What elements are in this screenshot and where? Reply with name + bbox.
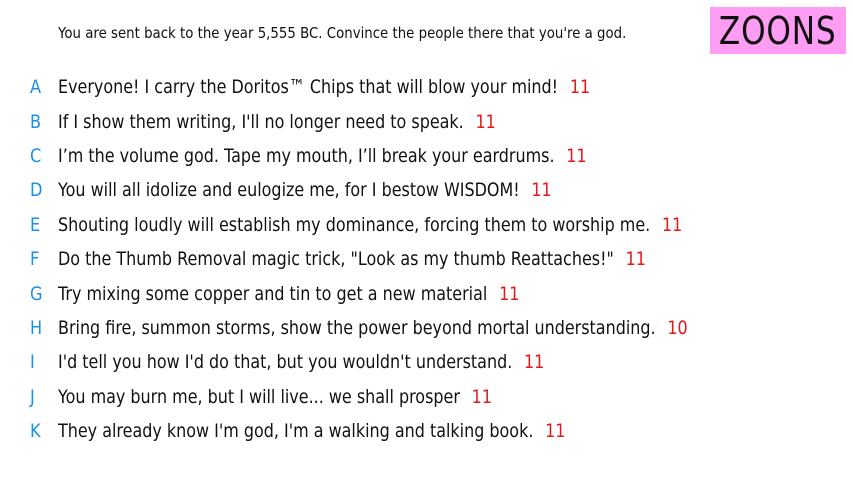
- answer-item-e: E Shouting loudly will establish my domi…: [30, 208, 808, 242]
- answer-text: I'd tell you how I'd do that, but you wo…: [58, 351, 513, 374]
- answer-letter: G: [30, 282, 43, 305]
- logo-text: ZOONS: [719, 8, 837, 53]
- answer-text: You may burn me, but I will live... we s…: [58, 385, 460, 408]
- answer-letter: K: [30, 420, 41, 443]
- answer-letter: I: [30, 351, 35, 374]
- answer-item-k: K They already know I'm god, I'm a walki…: [30, 414, 808, 448]
- answer-letter: J: [30, 385, 35, 408]
- answer-letter: C: [30, 144, 42, 167]
- answer-score: 11: [569, 76, 591, 99]
- answer-item-j: J You may burn me, but I will live... we…: [30, 380, 808, 414]
- answer-text: You will all idolize and eulogize me, fo…: [58, 179, 520, 202]
- answer-item-h: H Bring fire, summon storms, show the po…: [30, 311, 808, 345]
- answer-item-c: C I’m the volume god. Tape my mouth, I’l…: [30, 139, 808, 173]
- answer-score: 11: [545, 420, 566, 443]
- prompt-question: You are sent back to the year 5,555 BC. …: [58, 24, 627, 42]
- answer-letter: E: [30, 213, 41, 236]
- answer-text: Everyone! I carry the Doritos™ Chips tha…: [58, 76, 559, 99]
- answer-text: Try mixing some copper and tin to get a …: [58, 282, 488, 305]
- answer-item-b: B If I show them writing, I'll no longer…: [30, 104, 808, 138]
- answer-score: 11: [475, 110, 496, 133]
- answer-score: 11: [662, 213, 683, 236]
- zoons-logo: ZOONS: [710, 7, 846, 54]
- answer-score: 11: [499, 282, 520, 305]
- answer-item-i: I I'd tell you how I'd do that, but you …: [30, 345, 808, 379]
- answer-item-d: D You will all idolize and eulogize me, …: [30, 173, 808, 207]
- answer-score: 11: [524, 351, 545, 374]
- answer-text: I’m the volume god. Tape my mouth, I’ll …: [58, 144, 555, 167]
- answer-list: A Everyone! I carry the Doritos™ Chips t…: [30, 70, 808, 448]
- answer-letter: D: [30, 179, 43, 202]
- answer-text: Shouting loudly will establish my domina…: [58, 213, 651, 236]
- answer-score: 11: [471, 385, 492, 408]
- answer-score: 11: [566, 144, 587, 167]
- answer-item-g: G Try mixing some copper and tin to get …: [30, 276, 808, 310]
- answer-text: Do the Thumb Removal magic trick, "Look …: [58, 248, 614, 271]
- answer-score: 11: [531, 179, 552, 202]
- answer-item-a: A Everyone! I carry the Doritos™ Chips t…: [30, 70, 808, 104]
- answer-text: Bring fire, summon storms, show the powe…: [58, 316, 656, 339]
- answer-letter: F: [30, 248, 40, 271]
- answer-letter: H: [30, 316, 43, 339]
- answer-score: 11: [625, 248, 646, 271]
- answer-letter: B: [30, 110, 42, 133]
- answer-text: If I show them writing, I'll no longer n…: [58, 110, 464, 133]
- answer-score: 10: [667, 316, 688, 339]
- answer-item-f: F Do the Thumb Removal magic trick, "Loo…: [30, 242, 808, 276]
- answer-letter: A: [30, 76, 42, 99]
- answer-text: They already know I'm god, I'm a walking…: [58, 420, 534, 443]
